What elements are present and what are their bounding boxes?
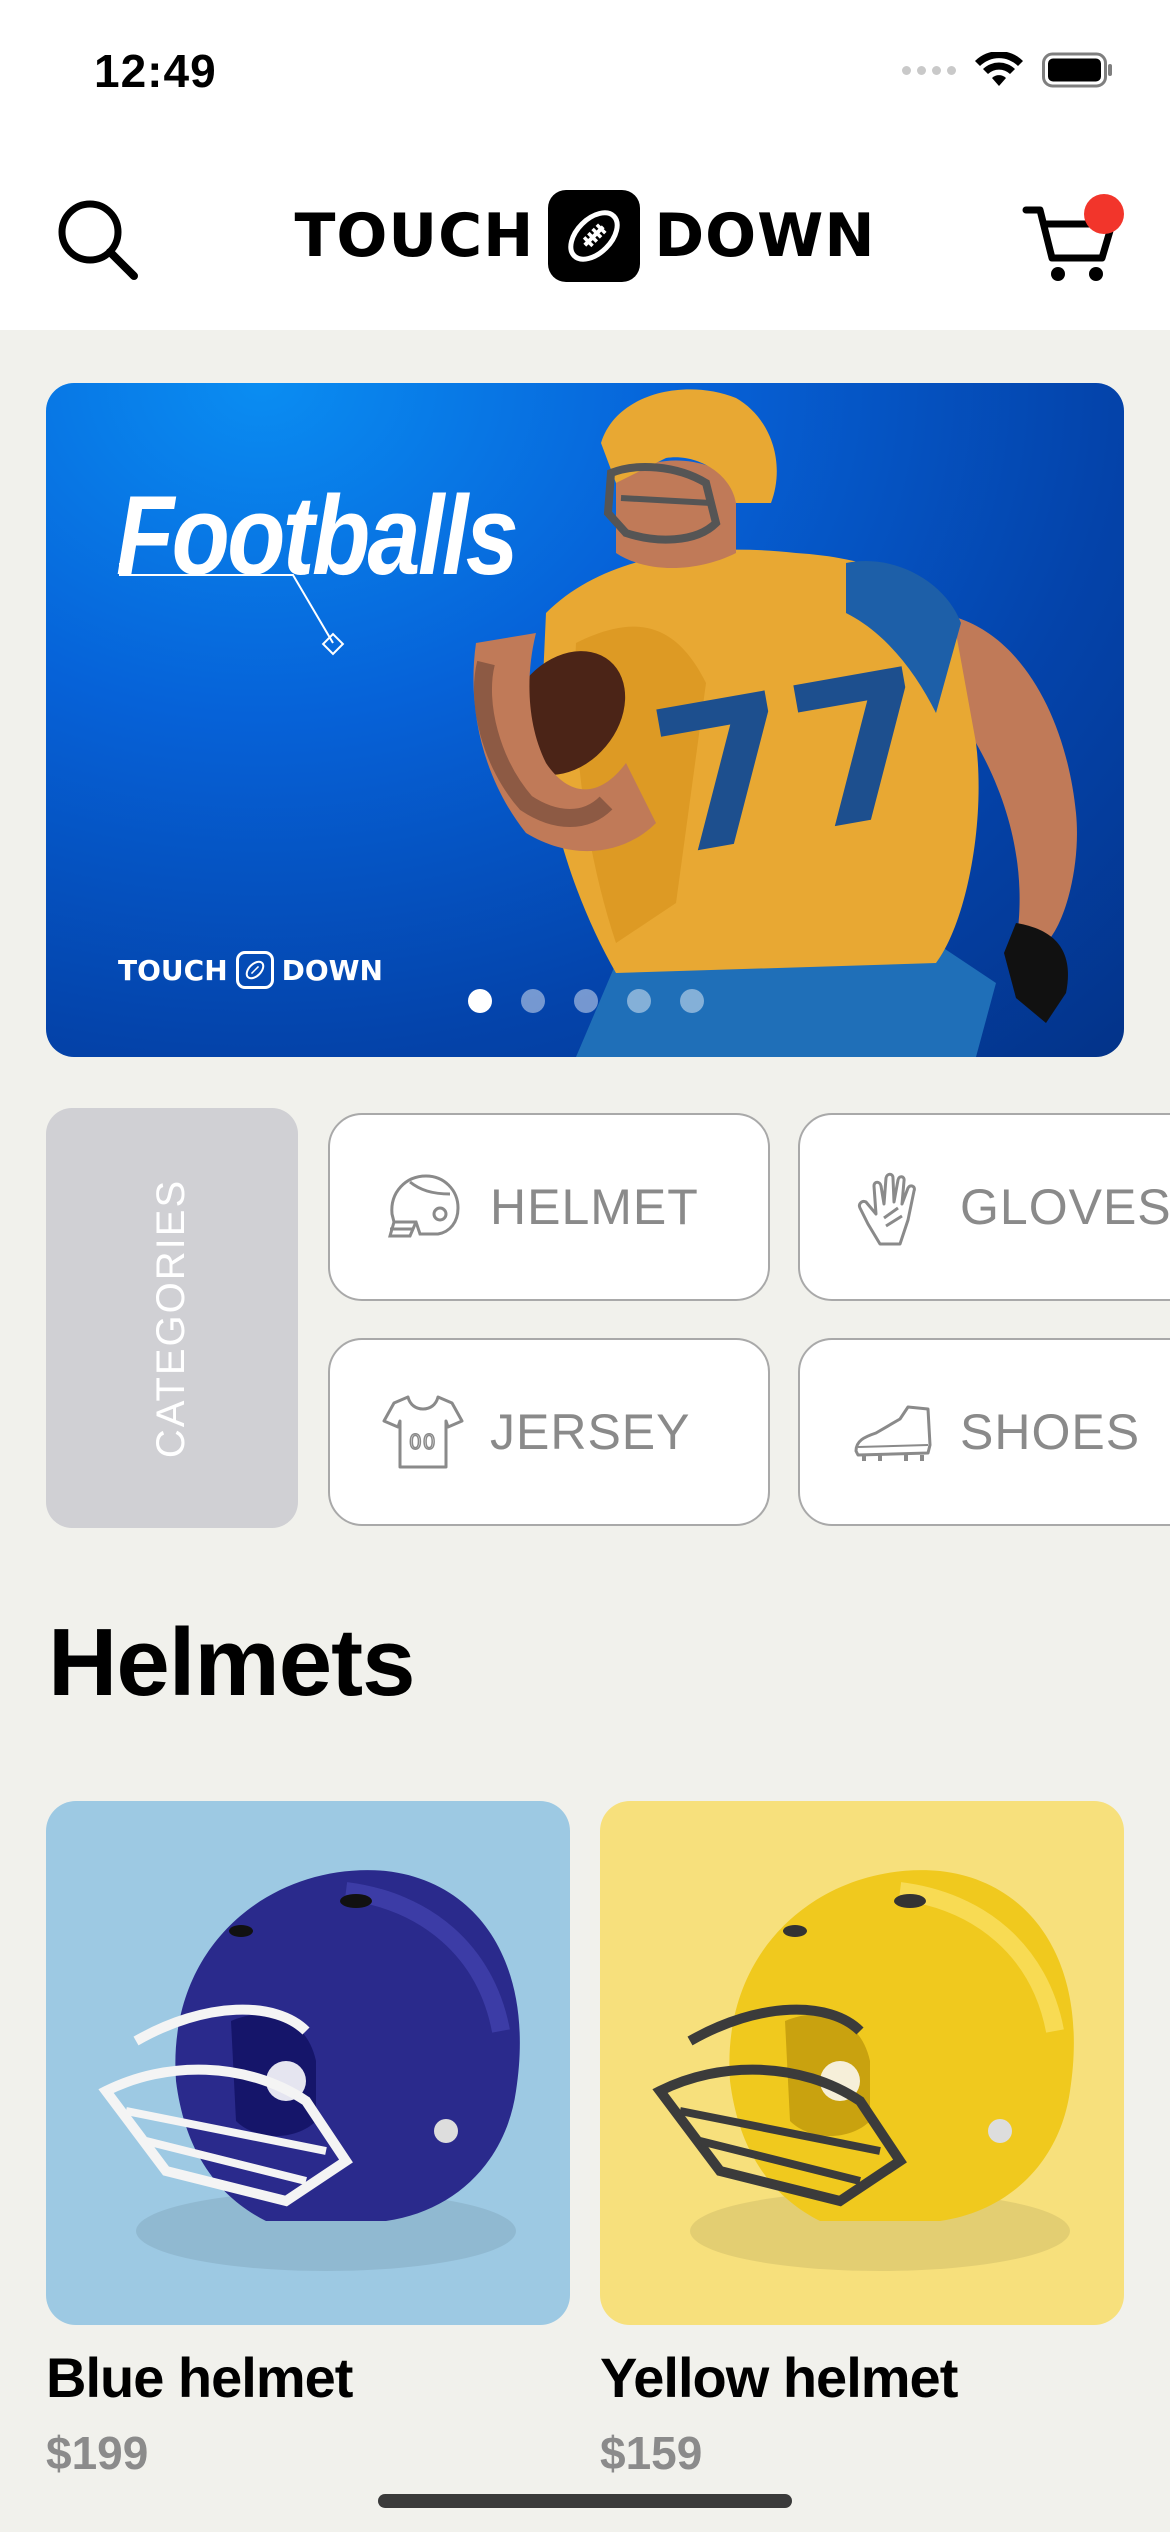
carousel-pagination[interactable]	[468, 989, 704, 1013]
home-indicator[interactable]	[378, 2494, 792, 2508]
product-price: $159	[600, 2427, 703, 2479]
category-jersey-label: JERSEY	[490, 1404, 691, 1460]
status-icons	[902, 52, 1114, 88]
cart-notification-badge	[1084, 194, 1124, 234]
cart-button[interactable]	[1020, 190, 1130, 290]
section-title: Helmets	[48, 1609, 415, 1716]
brand-left-word: TOUCH	[294, 201, 535, 271]
brand-logo[interactable]: TOUCH DOWN	[0, 190, 1170, 282]
product-card[interactable]: Blue helmet $199	[46, 1801, 570, 2480]
hero-brand-right: DOWN	[281, 953, 383, 987]
football-logo-icon	[548, 190, 641, 282]
jersey-icon: 00	[382, 1395, 464, 1469]
carousel-dot[interactable]	[680, 989, 704, 1013]
cellular-signal-icon	[902, 65, 956, 75]
category-shoes[interactable]: SHOES	[798, 1338, 1170, 1526]
category-helmet-label: HELMET	[490, 1179, 699, 1235]
yellow-helmet-image	[652, 1870, 1074, 2271]
wifi-icon	[975, 52, 1023, 86]
hero-banner[interactable]: 77 Footballs TOUCH DOWN	[46, 383, 1124, 1057]
app-header: TOUCH DOWN	[0, 150, 1170, 330]
product-name: Blue helmet	[46, 2346, 353, 2409]
gloves-icon	[858, 1172, 916, 1246]
hero-brand: TOUCH DOWN	[118, 951, 383, 989]
product-card[interactable]: Yellow helmet $159	[600, 1801, 1124, 2480]
hero-brand-left: TOUCH	[118, 953, 228, 987]
svg-text:77: 77	[636, 625, 951, 903]
categories-label-box: CATEGORIES	[46, 1108, 298, 1528]
category-helmet[interactable]: HELMET	[328, 1113, 770, 1301]
blue-helmet-image	[98, 1870, 520, 2271]
football-mini-icon	[235, 951, 274, 989]
category-jersey[interactable]: 00 JERSEY	[328, 1338, 770, 1526]
play-diagram-line	[119, 563, 345, 656]
status-bar: 12:49	[0, 0, 1170, 150]
shoes-icon	[854, 1405, 932, 1461]
svg-text:00: 00	[409, 1430, 436, 1454]
category-shoes-label: SHOES	[960, 1404, 1141, 1460]
product-price: $199	[46, 2427, 149, 2479]
helmet-icon	[388, 1174, 460, 1238]
category-gloves[interactable]: GLOVES	[798, 1113, 1170, 1301]
product-image[interactable]	[46, 1801, 570, 2325]
product-name: Yellow helmet	[600, 2346, 958, 2409]
battery-icon	[1042, 52, 1112, 88]
carousel-dot[interactable]	[627, 989, 651, 1013]
carousel-dot[interactable]	[521, 989, 545, 1013]
carousel-dot[interactable]	[574, 989, 598, 1013]
brand-right-word: DOWN	[654, 201, 876, 271]
category-gloves-label: GLOVES	[960, 1179, 1170, 1235]
categories-label: CATEGORIES	[149, 1178, 194, 1458]
product-image[interactable]	[600, 1801, 1124, 2325]
carousel-dot[interactable]	[468, 989, 492, 1013]
status-time: 12:49	[94, 45, 217, 97]
